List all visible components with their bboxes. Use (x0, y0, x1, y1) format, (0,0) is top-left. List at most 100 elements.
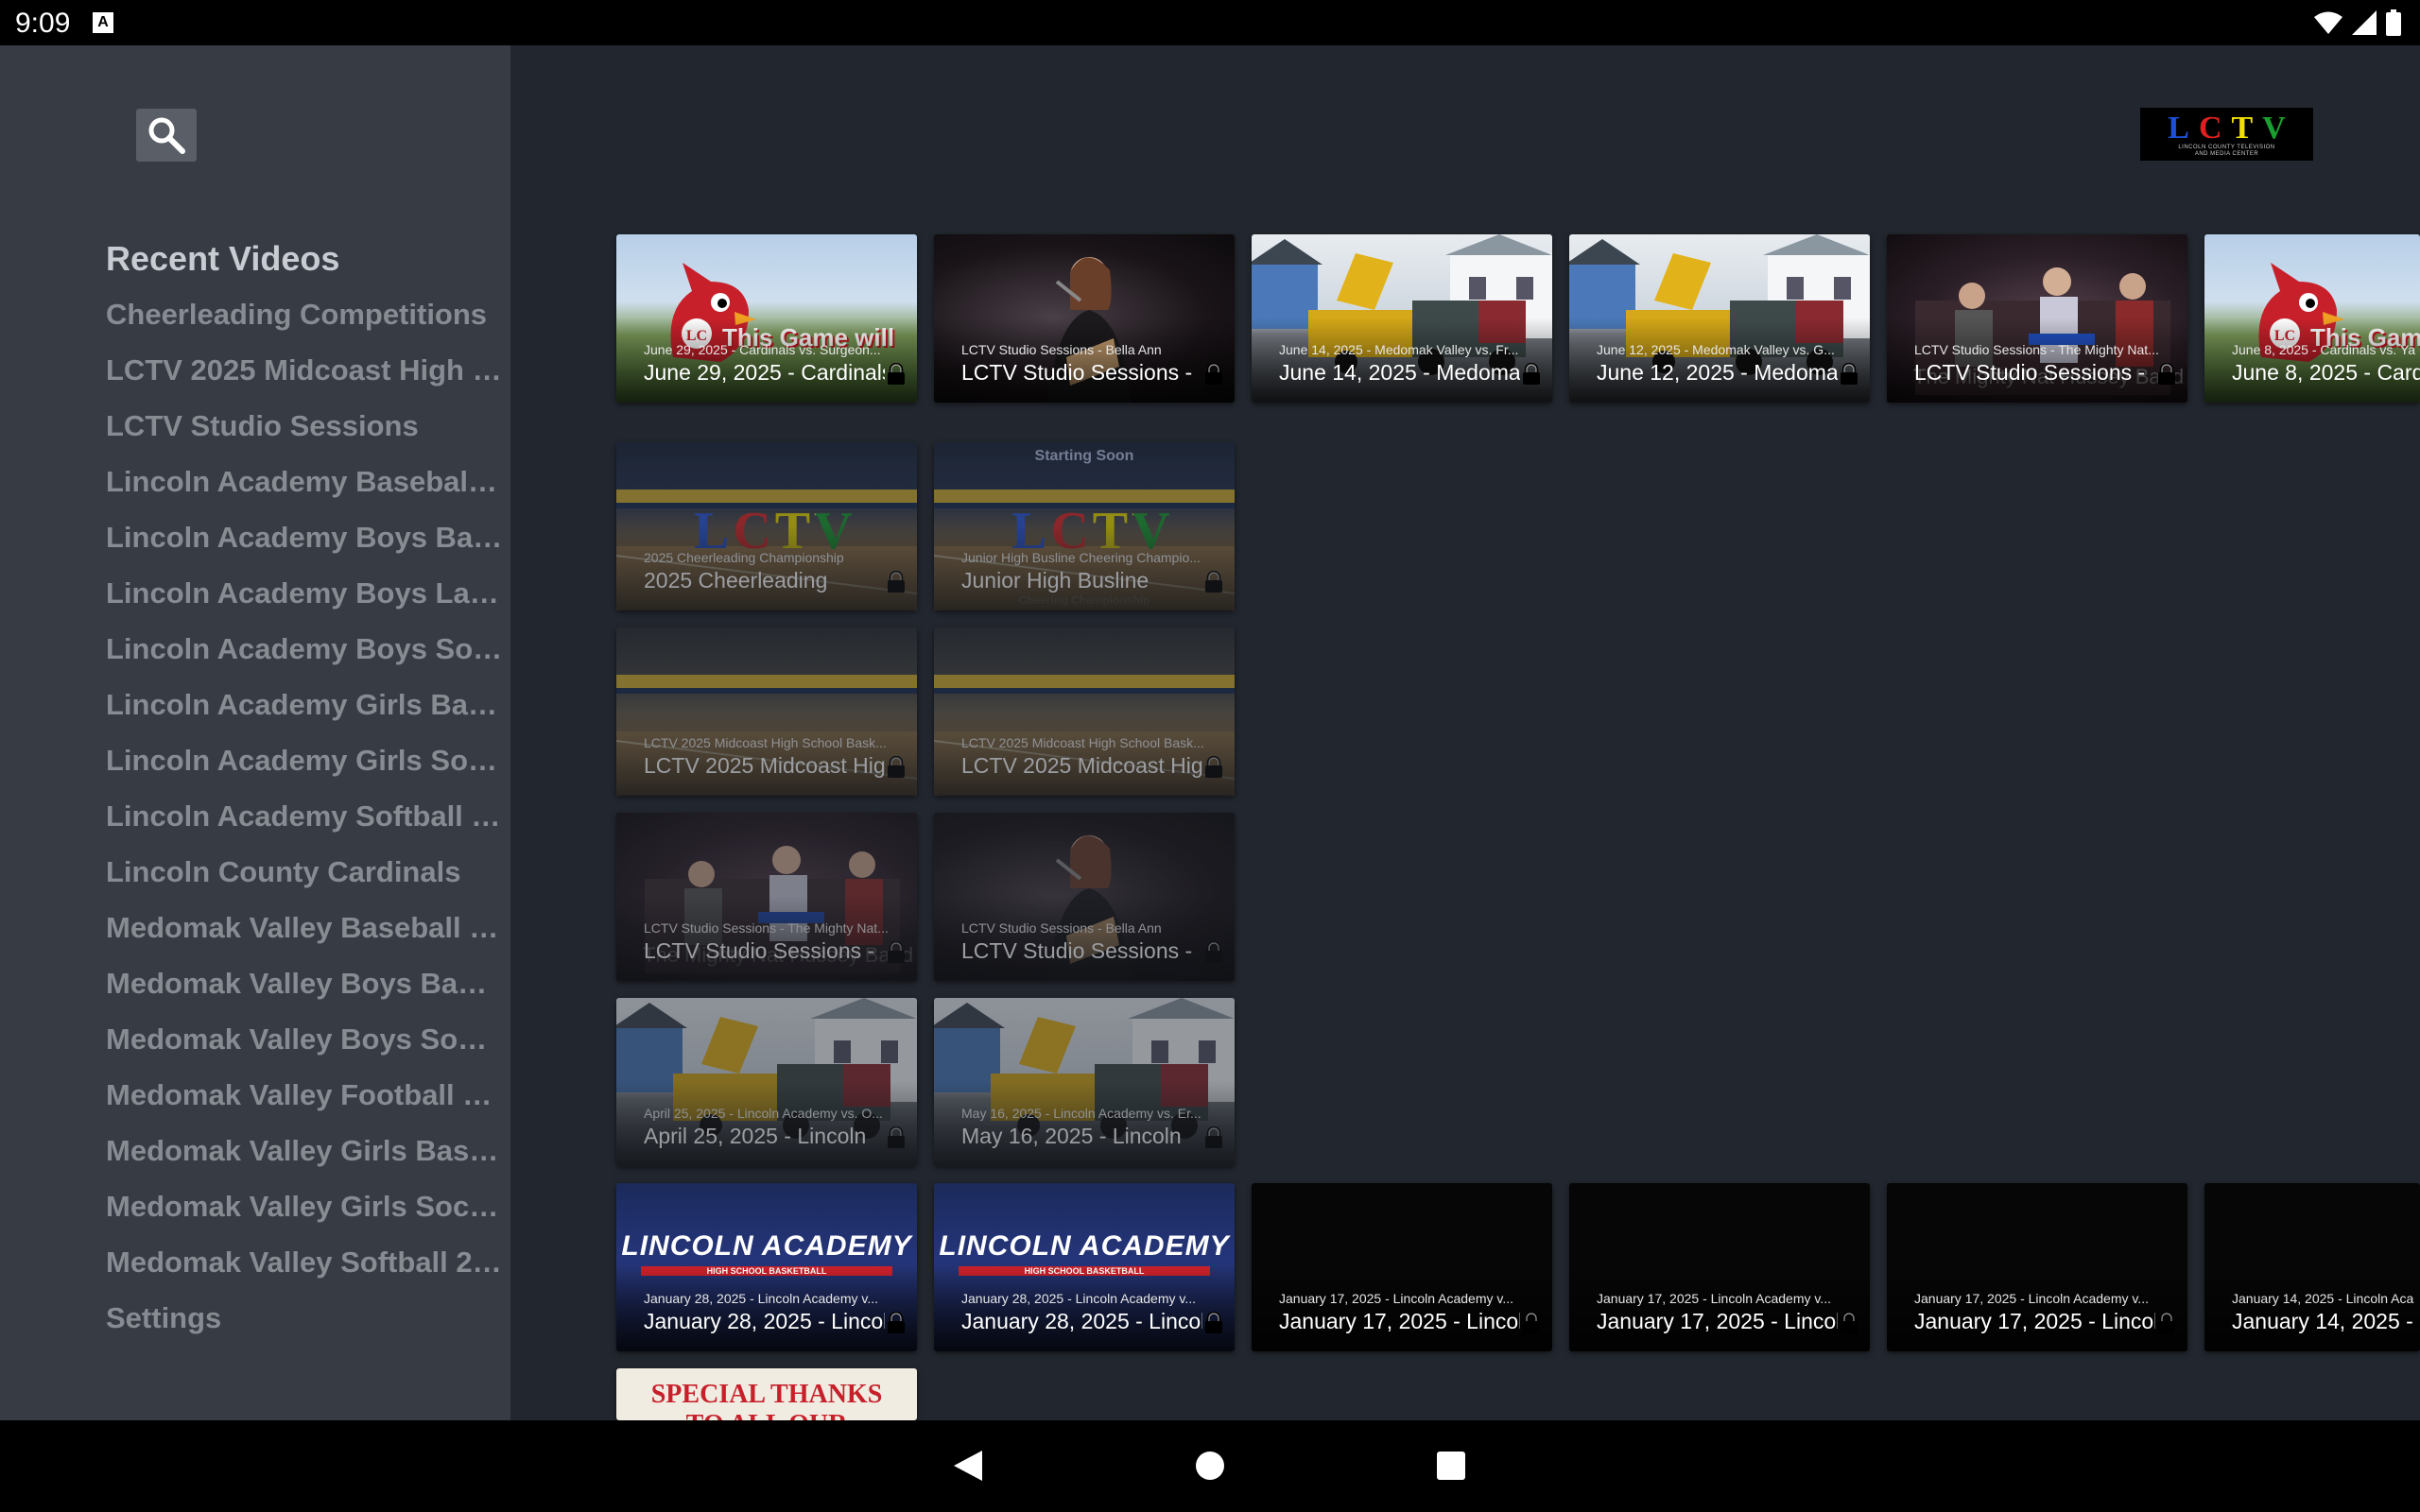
tile-subtitle: LCTV Studio Sessions - Bella Ann (961, 342, 1162, 357)
tile-title: LCTV Studio Sessions - (961, 938, 1193, 963)
lock-icon (1202, 570, 1225, 593)
home-button[interactable] (1187, 1443, 1233, 1488)
tile-shade (934, 525, 1235, 610)
video-tile[interactable]: LCTV Studio Sessions - Bella Ann LCTV Stu… (934, 234, 1235, 403)
sidebar: Recent Videos Cheerleading Competitions LC… (0, 45, 510, 1420)
tile-shade (616, 711, 917, 796)
sidebar-item-medomak-valley-girls-soccer[interactable]: Medomak Valley Girls Soccer (106, 1178, 503, 1234)
sidebar-item-medomak-valley-baseball-2025[interactable]: Medomak Valley Baseball 2025 (106, 900, 503, 955)
lock-icon (1202, 1311, 1225, 1334)
tile-thumbnail: SPECIAL THANKS TO ALL OUR SPONSORS! (616, 1368, 917, 1420)
cell-signal-icon (2352, 10, 2377, 35)
sidebar-item-lincoln-academy-girls-basketball[interactable]: Lincoln Academy Girls Basketball (106, 677, 503, 732)
recents-button[interactable] (1428, 1443, 1474, 1488)
tile-subtitle: Junior High Busline Cheering Champio... (961, 550, 1201, 565)
video-tile[interactable]: SPECIAL THANKS TO ALL OUR SPONSORS! (616, 1368, 917, 1420)
tile-title: January 17, 2025 - Lincoln (1597, 1309, 1838, 1333)
battery-icon (2386, 9, 2401, 36)
video-tile[interactable]: May 16, 2025 - Lincoln Academy vs. Er...… (934, 998, 1235, 1166)
back-icon (954, 1451, 982, 1481)
sidebar-item-medomak-valley-boys-basketball[interactable]: Medomak Valley Boys Basketball (106, 955, 503, 1011)
video-tile[interactable]: LCTV 2025 Midcoast High School Bask... LC… (616, 627, 917, 796)
tile-thumbnail: LCTV Starting Soon Cheering Championship (934, 442, 1235, 610)
tile-subtitle: May 16, 2025 - Lincoln Academy vs. Er... (961, 1106, 1201, 1121)
sidebar-item-lctv-2025-midcoast-high-school-basketball[interactable]: LCTV 2025 Midcoast High School Basketbal… (106, 342, 503, 398)
performer-silhouette (1047, 835, 1131, 981)
notification-icon: A (93, 12, 113, 33)
status-bar: 9:09 A (0, 0, 2420, 45)
status-time: 9:09 (15, 8, 71, 39)
video-tile[interactable]: The Mighty Nat Hussey BandLCTV Studio Se… (616, 813, 917, 981)
video-tile[interactable]: April 25, 2025 - Lincoln Academy vs. O..… (616, 998, 917, 1166)
video-tile[interactable]: The Mighty Nat Hussey BandLCTV Studio Se… (1887, 234, 2187, 403)
tile-subtitle: June 8, 2025 - Cardinals vs. Ya (2232, 342, 2416, 357)
sidebar-item-cheerleading-competitions[interactable]: Cheerleading Competitions (106, 286, 503, 342)
tile-thumbnail (934, 998, 1235, 1166)
tile-shade (934, 711, 1235, 796)
tile-shade (934, 1081, 1235, 1166)
sidebar-item-lctv-studio-sessions[interactable]: LCTV Studio Sessions (106, 398, 503, 454)
gym-scene (934, 675, 1235, 796)
logo-letter: L (2164, 112, 2193, 145)
gym-scene (934, 490, 1235, 610)
video-tile[interactable]: LINCOLN ACADEMYHIGH SCHOOL BASKETBALLJan… (616, 1183, 917, 1351)
back-button[interactable] (945, 1443, 991, 1488)
tile-thumbnail (934, 813, 1235, 981)
sidebar-item-medomak-valley-softball-2025[interactable]: Medomak Valley Softball 2025 (106, 1234, 503, 1290)
sidebar-item-lincoln-county-cardinals[interactable]: Lincoln County Cardinals (106, 844, 503, 900)
tile-subtitle: June 29, 2025 - Cardinals vs. Surgeon... (644, 342, 881, 357)
tile-title: 2025 Cheerleading (644, 568, 828, 593)
tile-thumbnail (616, 998, 917, 1166)
sidebar-item-medomak-valley-girls-basketball[interactable]: Medomak Valley Girls Basketball (106, 1123, 503, 1178)
sidebar-item-medomak-valley-football-2024[interactable]: Medomak Valley Football 2024 (106, 1067, 503, 1123)
lock-icon (885, 362, 908, 386)
category-menu: Recent Videos Cheerleading Competitions LC… (106, 231, 503, 1346)
video-tile[interactable]: January 14, 2025 - Lincoln Aca January 14… (2204, 1183, 2420, 1351)
search-button[interactable] (136, 109, 197, 162)
tile-title: January 14, 2025 - Li (2232, 1309, 2420, 1333)
tile-subtitle: January 28, 2025 - Lincoln Academy v... (961, 1291, 1196, 1306)
tile-title: January 17, 2025 - Lincoln (1279, 1309, 1520, 1333)
lock-icon (1838, 1311, 1860, 1334)
tile-bottom-text: Cheering Championship (1018, 593, 1150, 607)
video-tile[interactable]: June 14, 2025 - Medomak Valley vs. Fr...… (1252, 234, 1552, 403)
tile-top-text: Starting Soon (1034, 448, 1134, 464)
video-tile[interactable]: LCTV 2025 Midcoast High School Bask... LC… (934, 627, 1235, 796)
video-tile[interactable]: LCTV 2025 Cheerleading Championship 2025 C… (616, 442, 917, 610)
lock-icon (1202, 940, 1225, 964)
video-tile[interactable]: January 17, 2025 - Lincoln Academy v... J… (1252, 1183, 1552, 1351)
sidebar-item-lincoln-academy-boys-lacrosse[interactable]: Lincoln Academy Boys Lacrosse (106, 565, 503, 621)
video-tile[interactable]: June 12, 2025 - Medomak Valley vs. G... J… (1569, 234, 1870, 403)
video-tile[interactable]: January 17, 2025 - Lincoln Academy v... J… (1569, 1183, 1870, 1351)
lock-icon (885, 755, 908, 779)
lock-icon (885, 1311, 908, 1334)
logo-subtitle-2: AND MEDIA CENTER (2194, 151, 2259, 157)
sidebar-item-lincoln-academy-girls-soccer[interactable]: Lincoln Academy Girls Soccer (106, 732, 503, 788)
video-tile[interactable]: LCThis GameJune 8, 2025 - Cardinals vs. … (2204, 234, 2420, 403)
sidebar-item-lincoln-academy-baseball-2025[interactable]: Lincoln Academy Baseball 2025 (106, 454, 503, 509)
gym-scene (616, 675, 917, 796)
navigation-bar (0, 1420, 2420, 1512)
tile-thumbnail: The Mighty Nat Hussey Band (616, 813, 917, 981)
sidebar-item-medomak-valley-boys-soccer[interactable]: Medomak Valley Boys Soccer (106, 1011, 503, 1067)
video-tile[interactable]: LCTV Starting Soon Cheering Championship Ju… (934, 442, 1235, 610)
sidebar-item-lincoln-academy-softball-2025[interactable]: Lincoln Academy Softball 2025 (106, 788, 503, 844)
tile-title: June 29, 2025 - Cardinals (644, 360, 885, 385)
tile-subtitle: June 14, 2025 - Medomak Valley vs. Fr... (1279, 342, 1519, 357)
sidebar-item-recent-videos[interactable]: Recent Videos (106, 231, 503, 286)
video-tile[interactable]: January 17, 2025 - Lincoln Academy v... J… (1887, 1183, 2187, 1351)
sidebar-item-lincoln-academy-boys-basketball[interactable]: Lincoln Academy Boys Basketball (106, 509, 503, 565)
wifi-icon (2314, 11, 2342, 34)
lock-icon (885, 1125, 908, 1149)
logo-letter: V (2258, 112, 2290, 145)
video-tile[interactable]: LCTV Studio Sessions - Bella Ann LCTV Stu… (934, 813, 1235, 981)
video-tile[interactable]: LCThis Game willJune 29, 2025 - Cardinal… (616, 234, 917, 403)
sidebar-item-lincoln-academy-boys-soccer[interactable]: Lincoln Academy Boys Soccer (106, 621, 503, 677)
system-icons (2314, 9, 2401, 36)
sidebar-item-settings[interactable]: Settings (106, 1290, 503, 1346)
lock-icon (2155, 362, 2178, 386)
tile-subtitle: January 14, 2025 - Lincoln Aca (2232, 1291, 2414, 1306)
tile-title: LCTV 2025 Midcoast High (644, 753, 885, 778)
tile-title: January 28, 2025 - Lincoln (961, 1309, 1202, 1333)
video-tile[interactable]: LINCOLN ACADEMYHIGH SCHOOL BASKETBALLJan… (934, 1183, 1235, 1351)
